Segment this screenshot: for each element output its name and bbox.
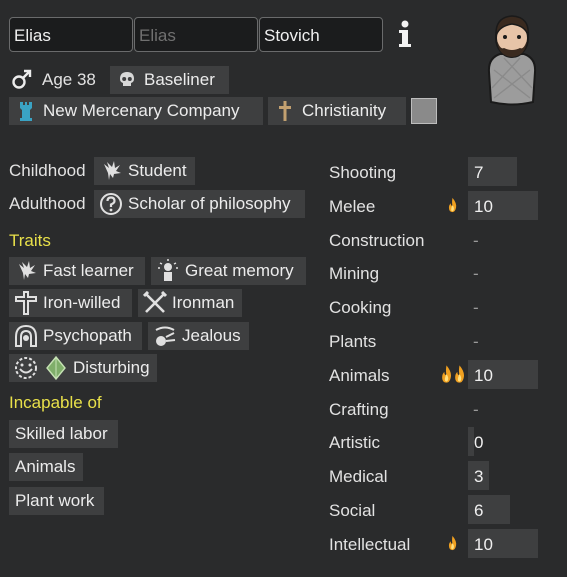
trait-iron-willed[interactable]: Iron-willed — [9, 289, 132, 317]
skill-name: Medical — [329, 467, 388, 487]
skill-value: 10 — [474, 196, 493, 216]
trait-psychopath[interactable]: Psychopath — [9, 322, 142, 350]
adulthood-label: Adulthood — [9, 194, 86, 213]
skill-value: 10 — [474, 534, 493, 554]
skill-value: - — [473, 298, 479, 318]
trait-jealous[interactable]: Jealous — [148, 322, 249, 350]
trait-label: Jealous — [182, 326, 241, 345]
incapable-label: Animals — [15, 457, 76, 476]
skill-name: Intellectual — [329, 534, 411, 554]
skill-value: 0 — [474, 433, 484, 453]
major-passion-icon — [440, 363, 466, 390]
disturbing-smile-icon — [13, 355, 39, 381]
trait-label: Fast learner — [43, 261, 134, 280]
pawn-portrait — [480, 10, 544, 108]
trait-ironman[interactable]: Ironman — [138, 289, 242, 317]
incapable-label: Skilled labor — [15, 424, 108, 443]
incapable-header: Incapable of — [9, 393, 102, 412]
minor-passion-icon — [447, 535, 458, 556]
trait-great-memory[interactable]: Great memory — [151, 257, 306, 285]
skill-name: Plants — [329, 332, 377, 351]
traits-header: Traits — [9, 231, 51, 250]
trait-fast-learner[interactable]: Fast learner — [9, 257, 145, 285]
skill-value: - — [473, 264, 479, 284]
skill-value: - — [473, 332, 479, 351]
skill-value: 6 — [474, 501, 484, 520]
nickname-field[interactable]: Elias — [134, 17, 258, 52]
skill-name: Melee — [329, 196, 376, 216]
last-name-field[interactable]: Stovich — [259, 17, 383, 52]
age-label: Age 38 — [42, 70, 96, 89]
iron-willed-icon — [13, 290, 39, 316]
color-swatch[interactable] — [411, 98, 437, 124]
skill-value: - — [473, 230, 479, 250]
skill-value: 3 — [474, 467, 484, 487]
skill-name: Artistic — [329, 433, 380, 453]
trait-label: Iron-willed — [43, 293, 121, 312]
skill-value: 7 — [474, 163, 484, 182]
xenotype-label: Baseliner — [144, 70, 215, 89]
trait-label: Psychopath — [43, 326, 132, 345]
trait-label: Disturbing — [73, 358, 150, 377]
skill-name: Cooking — [329, 298, 392, 318]
adulthood-chip[interactable]: Scholar of philosophy — [94, 190, 305, 218]
minor-passion-icon — [447, 197, 458, 218]
faction-chip[interactable]: New Mercenary Company — [9, 97, 263, 125]
great-memory-icon — [155, 258, 181, 284]
skull-icon — [114, 67, 140, 93]
ideology-chip[interactable]: Christianity — [268, 97, 406, 125]
trait-label: Ironman — [172, 293, 235, 312]
faction-label: New Mercenary Company — [43, 101, 240, 120]
first-name-field[interactable]: Elias — [9, 17, 133, 52]
incapable-skilled-labor[interactable]: Skilled labor — [9, 420, 118, 448]
skill-value: 10 — [474, 365, 493, 385]
question-icon — [98, 191, 124, 217]
fast-learner-icon — [13, 258, 39, 284]
adulthood-value: Scholar of philosophy — [128, 194, 291, 213]
skill-name: Crafting — [329, 399, 389, 419]
skill-name: Shooting — [329, 163, 397, 182]
skill-name: Construction — [329, 230, 425, 250]
skill-name: Mining — [329, 264, 380, 284]
trait-label: Great memory — [185, 261, 294, 280]
skill-value: - — [473, 399, 479, 419]
childhood-label: Childhood — [9, 161, 86, 180]
incapable-plant-work[interactable]: Plant work — [9, 487, 104, 515]
jealous-icon — [152, 323, 178, 349]
incapable-label: Plant work — [15, 491, 95, 510]
gem-icon — [43, 355, 69, 381]
info-icon[interactable] — [394, 19, 416, 49]
incapable-animals[interactable]: Animals — [9, 453, 83, 481]
student-icon — [98, 158, 124, 184]
childhood-chip[interactable]: Student — [94, 157, 195, 185]
childhood-value: Student — [128, 161, 187, 180]
ironman-icon — [142, 290, 168, 316]
trait-disturbing[interactable]: Disturbing — [9, 354, 157, 382]
male-gender-icon — [11, 68, 33, 90]
xenotype-chip[interactable]: Baseliner — [110, 66, 229, 94]
skill-name: Social — [329, 501, 376, 520]
cross-icon — [272, 98, 298, 124]
ideology-label: Christianity — [302, 101, 387, 120]
psychopath-icon — [13, 323, 39, 349]
skill-name: Animals — [329, 365, 390, 385]
faction-icon — [13, 98, 39, 124]
